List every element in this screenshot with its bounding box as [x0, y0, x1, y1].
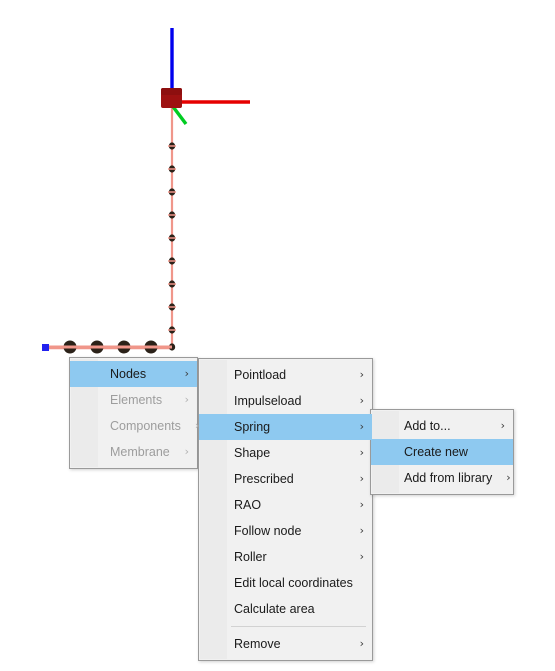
- chevron-right-icon: ›: [359, 394, 364, 407]
- menu-item-label: Edit local coordinates: [234, 576, 353, 590]
- menu-item-nodes[interactable]: Nodes ›: [70, 361, 197, 387]
- menu-item-pointload[interactable]: Pointload ›: [199, 362, 372, 388]
- menu-item-label: Add to...: [404, 419, 451, 433]
- menu-item-label: Roller: [234, 550, 267, 564]
- menu-item-label: Add from library: [404, 471, 493, 485]
- menu-item-label: Follow node: [234, 524, 302, 538]
- menu-item-label: Remove: [234, 637, 281, 651]
- menu-item-follow-node[interactable]: Follow node ›: [199, 518, 372, 544]
- menu-item-label: Spring: [234, 420, 271, 434]
- menu-item-label: Calculate area: [234, 602, 315, 616]
- menu-item-label: Elements: [110, 393, 163, 407]
- menu-item-impulseload[interactable]: Impulseload ›: [199, 388, 372, 414]
- chevron-right-icon: ›: [359, 524, 364, 537]
- menu-item-add-to[interactable]: Add to... ›: [371, 413, 513, 439]
- chevron-right-icon: ›: [359, 498, 364, 511]
- structure-members: [45, 100, 174, 350]
- menu-item-add-from-library[interactable]: Add from library ›: [371, 465, 513, 491]
- menu-item-label: Nodes: [110, 367, 147, 381]
- menu-item-remove[interactable]: Remove ›: [199, 631, 372, 657]
- origin-block-top: [161, 88, 182, 95]
- chevron-right-icon: ›: [500, 419, 505, 432]
- chevron-right-icon: ›: [184, 393, 189, 406]
- menu-item-spring[interactable]: Spring ›: [199, 414, 372, 440]
- chevron-right-icon: ›: [359, 368, 364, 381]
- chevron-right-icon: ›: [184, 367, 189, 380]
- menu-separator: [231, 626, 366, 627]
- chevron-right-icon: ›: [359, 420, 364, 433]
- chevron-right-icon: ›: [359, 472, 364, 485]
- selected-node-marker[interactable]: [42, 344, 49, 351]
- menu-item-label: Membrane: [110, 445, 170, 459]
- menu-item-calculate-area[interactable]: Calculate area: [199, 596, 372, 622]
- menu-item-label: Prescribed: [234, 472, 294, 486]
- menu-item-shape[interactable]: Shape ›: [199, 440, 372, 466]
- menu-item-elements: Elements ›: [70, 387, 197, 413]
- chevron-right-icon: ›: [359, 550, 364, 563]
- menu-item-edit-local-coordinates[interactable]: Edit local coordinates: [199, 570, 372, 596]
- horizontal-node-markers: [42, 340, 172, 354]
- menu-item-create-new[interactable]: Create new: [371, 439, 513, 465]
- chevron-right-icon: ›: [359, 446, 364, 459]
- chevron-right-icon: ›: [506, 471, 511, 484]
- node-actions-menu[interactable]: Pointload › Impulseload › Spring › Shape…: [198, 358, 373, 661]
- spring-create-menu[interactable]: Add to... › Create new Add from library …: [370, 409, 514, 495]
- menu-item-label: RAO: [234, 498, 262, 512]
- menu-item-label: Create new: [404, 445, 468, 459]
- menu-item-label: Impulseload: [234, 394, 302, 408]
- coordinate-axes: [161, 28, 250, 126]
- chevron-right-icon: ›: [184, 445, 189, 458]
- menu-item-roller[interactable]: Roller ›: [199, 544, 372, 570]
- menu-item-rao[interactable]: RAO ›: [199, 492, 372, 518]
- menu-item-membrane: Membrane ›: [70, 439, 197, 465]
- menu-item-label: Pointload: [234, 368, 287, 382]
- menu-item-label: Shape: [234, 446, 271, 460]
- menu-item-prescribed[interactable]: Prescribed ›: [199, 466, 372, 492]
- element-type-menu[interactable]: Nodes › Elements › Components › Membrane…: [69, 357, 199, 469]
- menu-item-label: Components: [110, 419, 181, 433]
- chevron-right-icon: ›: [359, 637, 364, 650]
- menu-item-components: Components ›: [70, 413, 199, 439]
